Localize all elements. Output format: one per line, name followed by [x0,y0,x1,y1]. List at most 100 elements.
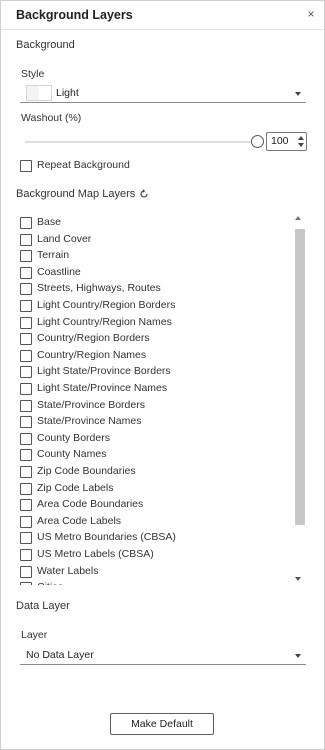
map-layer-label: Zip Code Boundaries [37,465,136,477]
checkbox-box[interactable] [20,499,32,512]
chevron-down-icon [295,654,301,658]
style-label: Style [21,68,45,80]
map-layer-label: Light State/Province Borders [37,365,171,378]
map-layer-item[interactable]: Streets, Highways, Routes [20,281,290,297]
map-layer-label: Country/Region Names [37,348,147,361]
checkbox-box[interactable] [20,532,32,545]
map-layer-item[interactable]: County Borders [20,431,290,447]
map-layer-label: Cities [37,581,63,585]
map-layer-item[interactable]: Cities [20,580,290,585]
data-layer-dropdown[interactable]: No Data Layer [20,646,306,665]
increment-icon[interactable] [298,136,304,140]
repeat-background-label: Repeat Background [37,159,130,171]
checkbox-box[interactable] [20,349,32,362]
checkbox-box[interactable] [20,515,32,528]
map-layer-label: Base [37,216,61,228]
map-layer-label: Area Code Labels [37,514,122,527]
map-layer-item[interactable]: Area Code Boundaries [20,497,290,513]
map-layer-item[interactable]: US Metro Labels (CBSA) [20,547,290,563]
map-layer-item[interactable]: Zip Code Boundaries [20,464,290,480]
map-layer-label: Land Cover [37,232,92,245]
scroll-down-icon[interactable] [295,577,301,581]
decrement-icon[interactable] [298,143,304,147]
checkbox-box[interactable] [20,316,32,329]
checkbox-box[interactable] [20,549,32,561]
map-layer-label: Light State/Province Names [37,382,168,394]
washout-slider-thumb[interactable] [251,135,264,148]
map-layer-label: State/Province Borders [37,398,145,411]
map-layer-item[interactable]: Zip Code Labels [20,481,290,497]
checkbox-box[interactable] [20,416,32,429]
map-layer-label: Area Code Boundaries [37,498,144,511]
checkbox-box[interactable] [20,283,32,296]
scrollbar-thumb[interactable] [295,229,305,525]
map-layer-label: Streets, Highways, Routes [37,282,161,295]
checkbox-box[interactable] [20,383,32,395]
make-default-button[interactable]: Make Default [110,713,214,735]
map-layer-item[interactable]: County Names [20,447,290,463]
map-layer-item[interactable]: Land Cover [20,232,290,248]
map-layer-item[interactable]: Light State/Province Names [20,381,290,397]
map-layer-item[interactable]: State/Province Names [20,414,290,430]
washout-label: Washout (%) [21,112,82,124]
map-layer-label: US Metro Boundaries (CBSA) [37,531,176,544]
washout-slider-track[interactable] [25,141,253,143]
map-layer-label: Terrain [37,249,70,262]
map-layer-label: US Metro Labels (CBSA) [37,548,154,560]
background-heading: Background [16,39,75,51]
map-layer-item[interactable]: Base [20,215,290,231]
checkbox-box[interactable] [20,233,32,246]
map-layer-item[interactable]: Light Country/Region Borders [20,298,290,314]
data-layer-heading: Data Layer [16,600,70,612]
checkbox-box[interactable] [20,432,32,445]
checkbox-box[interactable] [20,266,32,279]
checkbox-box[interactable] [20,466,32,478]
checkbox-box[interactable] [20,217,32,229]
light-style-swatch-icon [26,85,52,101]
map-layers-heading: Background Map Layers [16,188,136,200]
checkbox-box[interactable] [20,482,32,495]
map-layer-item[interactable]: Light State/Province Borders [20,364,290,380]
checkbox-box[interactable] [20,399,32,412]
map-layer-label: Water Labels [37,564,99,577]
map-layer-item[interactable]: Coastline [20,265,290,281]
map-layer-item[interactable]: Terrain [20,248,290,264]
map-layer-item[interactable]: State/Province Borders [20,398,290,414]
map-layer-item[interactable]: US Metro Boundaries (CBSA) [20,530,290,546]
layer-label: Layer [21,629,48,641]
map-layer-label: Zip Code Labels [37,481,114,494]
refresh-icon[interactable] [139,189,149,199]
map-layers-list[interactable]: Base Land Cover Terrain Coastline Streets, H… [16,214,307,585]
style-value: Light [56,87,79,99]
checkbox-box[interactable] [20,333,32,346]
checkbox-box[interactable] [20,300,32,312]
map-layer-label: County Borders [37,431,110,444]
map-layer-label: County Names [37,448,107,461]
chevron-down-icon [295,92,301,96]
map-layer-item[interactable]: Area Code Labels [20,514,290,530]
map-layer-label: Light Country/Region Names [37,315,172,328]
washout-stepper[interactable]: 100 [266,132,307,151]
map-layer-item[interactable]: Water Labels [20,564,290,580]
map-layer-item[interactable]: Country/Region Borders [20,331,290,347]
stepper-arrows[interactable] [297,134,305,149]
checkbox-box[interactable] [20,565,32,578]
checkbox-box[interactable] [20,366,32,379]
checkbox-box[interactable] [20,160,32,172]
checkbox-box[interactable] [20,449,32,462]
map-layer-label: Light Country/Region Borders [37,299,176,311]
scroll-up-icon[interactable] [295,216,301,220]
map-layer-item[interactable]: Light Country/Region Names [20,315,290,331]
map-layer-label: State/Province Names [37,415,142,428]
repeat-background-checkbox[interactable]: Repeat Background [20,159,220,173]
checkbox-box[interactable] [20,250,32,263]
close-icon[interactable]: × [304,7,318,21]
panel-title: Background Layers [16,8,133,22]
washout-value[interactable]: 100 [271,135,289,147]
map-layer-item[interactable]: Country/Region Names [20,348,290,364]
map-layer-label: Coastline [37,265,81,278]
style-dropdown[interactable]: Light [20,84,306,103]
layer-value: No Data Layer [26,649,94,661]
map-layer-label: Country/Region Borders [37,332,150,345]
checkbox-box[interactable] [20,582,32,585]
